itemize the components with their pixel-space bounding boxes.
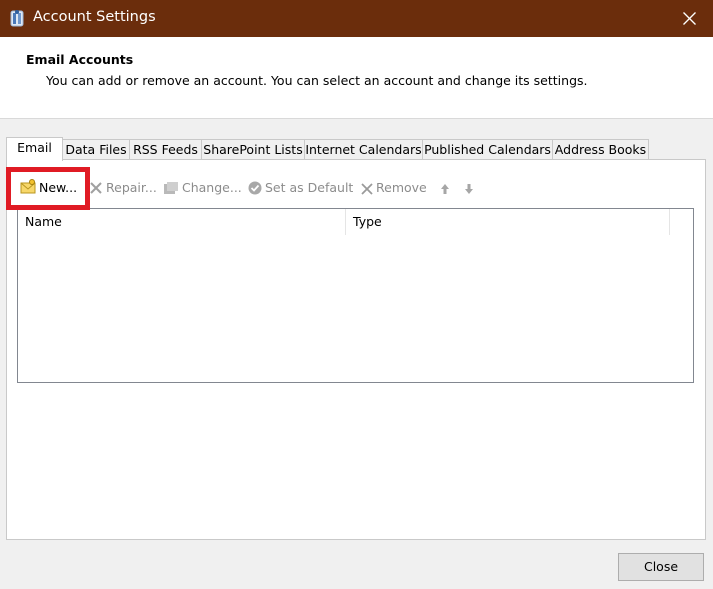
arrow-down-icon [465, 184, 473, 194]
page-title: Email Accounts [26, 52, 134, 67]
arrow-up-icon [441, 184, 449, 194]
tab-address-books[interactable]: Address Books [552, 139, 649, 159]
remove-button-label: Remove [376, 180, 427, 195]
account-settings-window: Account Settings Email Accounts You can … [0, 0, 713, 589]
set-as-default-button[interactable]: Set as Default [248, 179, 353, 197]
page-description: You can add or remove an account. You ca… [46, 73, 588, 88]
change-button-label: Change... [182, 180, 242, 195]
remove-button[interactable]: Remove [361, 179, 427, 197]
move-down-button[interactable] [464, 179, 477, 197]
tab-rss-feeds[interactable]: RSS Feeds [129, 139, 202, 159]
close-window-button[interactable] [667, 0, 713, 37]
change-icon [164, 182, 178, 194]
move-up-button[interactable] [440, 179, 453, 197]
close-icon [683, 12, 696, 25]
new-button-label: New... [39, 180, 78, 195]
repair-button[interactable]: Repair... [89, 179, 157, 197]
tab-published-calendars[interactable]: Published Calendars [422, 139, 553, 159]
repair-tools-icon [90, 182, 102, 194]
set-as-default-label: Set as Default [265, 180, 354, 195]
column-header-name[interactable]: Name [18, 209, 345, 235]
tab-email[interactable]: Email [6, 137, 63, 161]
tab-internet-calendars[interactable]: Internet Calendars [304, 139, 423, 159]
account-list[interactable]: Name Type [17, 208, 694, 383]
outlook-account-icon [8, 9, 26, 27]
repair-button-label: Repair... [106, 180, 157, 195]
check-circle-icon [248, 181, 262, 195]
column-divider[interactable] [669, 209, 670, 235]
header-panel: Email Accounts You can add or remove an … [0, 37, 713, 119]
tab-data-files[interactable]: Data Files [62, 139, 130, 159]
tab-sharepoint-lists[interactable]: SharePoint Lists [201, 139, 305, 159]
column-header-type[interactable]: Type [346, 209, 669, 235]
title-bar: Account Settings [0, 0, 713, 37]
close-button[interactable]: Close [618, 553, 704, 581]
new-email-icon [20, 179, 36, 194]
change-button[interactable]: Change... [163, 179, 242, 197]
new-account-button[interactable]: New... [20, 179, 77, 197]
window-title: Account Settings [33, 9, 156, 25]
remove-x-icon [361, 183, 373, 195]
